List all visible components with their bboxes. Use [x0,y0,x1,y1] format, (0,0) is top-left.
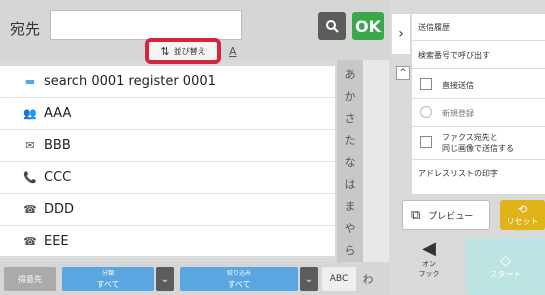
search-registration-icon: ▬ [24,75,36,88]
index-ha[interactable]: は [337,176,363,192]
action-panel: 送信履歴 検索番号で呼び出す 直接送信 新規登録 ファクス宛先と 同じ画像で送信… [412,14,545,194]
reset-button[interactable]: ⟲ リセット [500,200,545,230]
on-hook-label-line1: オン [422,260,436,268]
alpha-sort-toggle[interactable]: A [229,45,237,58]
index-ra[interactable]: ら [337,242,363,258]
filter-value: すべて [227,280,251,289]
start-icon: ◇ [500,253,511,269]
email-icon: ✉ [25,139,35,152]
list-item-label: DDD [44,202,75,217]
category-label: 分類 [101,270,114,277]
direct-send-checkbox[interactable] [420,78,432,90]
scroll-up-button[interactable]: ^ [396,66,410,80]
abc-toggle-button[interactable]: ABC [322,267,356,291]
chevron-down-icon: ⌄ [304,273,314,285]
start-button[interactable]: ◇ スタート [466,238,545,295]
search-icon [326,20,339,33]
new-register-item[interactable]: 新規登録 [442,108,545,119]
list-item-label: BBB [44,138,71,153]
on-hook-button[interactable]: ◀ オン フック [404,238,454,288]
sort-label: 並び替え [173,46,206,56]
index-ya[interactable]: や [337,220,363,236]
address-list: ▬ search 0001 register 0001 👥 AAA ✉ BBB … [0,66,335,258]
fax-icon: ☎ [23,203,37,216]
index-na[interactable]: な [337,154,363,170]
category-select[interactable]: 分類 すべて [62,267,154,291]
ok-button[interactable]: OK [352,12,384,40]
index-wa[interactable]: わ [356,267,380,291]
chevron-up-icon: ^ [399,68,407,78]
filter-select[interactable]: 絞り込み すべて [180,267,298,291]
index-sa[interactable]: さ [337,110,363,126]
kana-index: あ か さ た な は ま や ら [337,60,363,278]
phone-icon: 📞 [23,171,37,184]
divider [412,40,545,41]
favorites-button[interactable]: 得意先 [4,267,56,291]
divider [412,68,545,69]
chevron-down-icon: ⌄ [160,273,170,285]
index-a[interactable]: あ [337,66,363,82]
filter-label: 絞り込み [226,270,251,277]
index-ma[interactable]: ま [337,198,363,214]
index-ka[interactable]: か [337,88,363,104]
list-item[interactable]: 📞 CCC [0,162,335,194]
reset-label: リセット [506,217,539,226]
same-image-label-line2: 同じ画像で送信する [442,144,514,153]
send-history-item[interactable]: 送信履歴 [418,22,545,33]
destination-input[interactable] [50,10,242,40]
chevron-right-icon: › [398,26,404,42]
speaker-icon: ◀ [422,238,436,259]
on-hook-label-line2: フック [418,270,440,278]
collapse-panel-button[interactable]: › [392,14,410,54]
divider [412,98,545,99]
call-by-search-number-item[interactable]: 検索番号で呼び出す [418,50,545,61]
group-icon: 👥 [23,107,37,120]
destination-label: 宛先 [10,20,41,38]
same-image-checkbox[interactable] [420,136,432,148]
divider [412,159,545,160]
list-item[interactable]: ✉ BBB [0,130,335,162]
same-image-label-line1: ファクス宛先と [442,133,498,142]
list-item-label: search 0001 register 0001 [44,74,216,89]
index-ta[interactable]: た [337,132,363,148]
panel-divider [363,60,389,278]
search-button[interactable] [318,12,346,40]
list-item-label: CCC [44,170,72,185]
list-item-label: AAA [44,106,72,121]
category-dropdown-button[interactable]: ⌄ [156,267,174,291]
list-item[interactable]: 👥 AAA [0,98,335,130]
print-address-list-item[interactable]: アドレスリストの印字 [418,168,545,179]
list-item-label: EEE [44,234,69,249]
divider [412,126,545,127]
reset-icon: ⟲ [517,203,528,216]
direct-send-label: 直接送信 [442,81,474,90]
category-value: すべて [96,280,120,289]
sort-icon: ⇅ [160,44,170,58]
filter-dropdown-button[interactable]: ⌄ [300,267,318,291]
fax-icon: ☎ [23,235,37,248]
start-label: スタート [489,270,522,279]
add-icon [420,106,432,118]
list-item[interactable]: ▬ search 0001 register 0001 [0,66,335,98]
preview-button[interactable]: ⧉ プレビュー [402,200,490,230]
list-item[interactable]: ☎ DDD [0,194,335,226]
preview-label: プレビュー [428,211,474,222]
preview-icon: ⧉ [411,207,421,223]
list-item[interactable]: ☎ EEE [0,226,335,258]
sort-button[interactable]: ⇅ 並び替え [145,38,221,64]
